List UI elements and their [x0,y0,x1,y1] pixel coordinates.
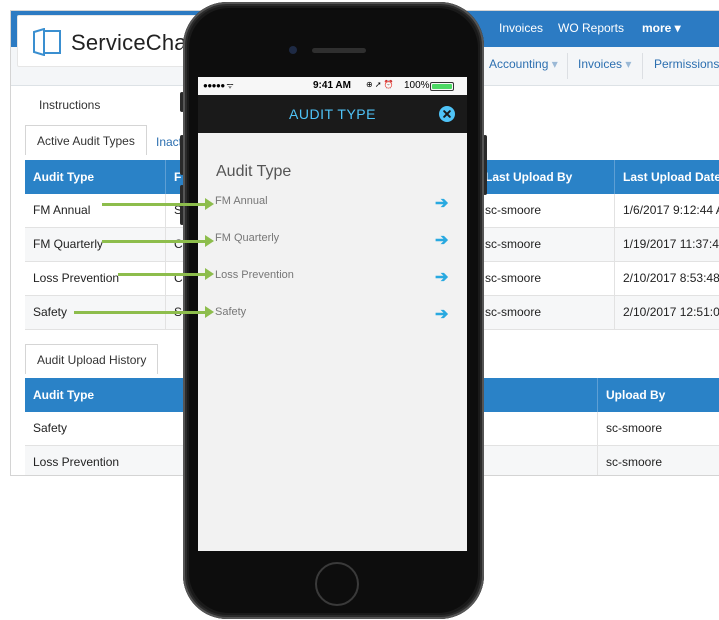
arrow-right-icon: ➔ [435,195,449,212]
signal-wifi-icon: ●●●●● ᯤ [203,81,234,90]
front-camera [289,46,297,54]
subnav-invoices-label: Invoices [578,57,623,71]
section-heading: Audit Type [216,163,292,180]
callout-arrow [118,268,214,280]
cell-last-upload-by: sc-smoore [485,305,542,319]
arrow-right-icon: ➔ [435,269,449,286]
close-icon[interactable] [439,106,455,122]
divider [567,53,568,79]
cell-last-upload-by: sc-smoore [485,237,542,251]
brand-logo[interactable]: ServiceChan [17,15,209,67]
list-item-label: FM Annual [215,195,268,207]
battery-fill [432,84,452,89]
cell-last-upload-date: 1/6/2017 9:12:44 A [623,203,719,217]
battery-percent: 100% [404,80,430,91]
subnav-invoices[interactable]: Invoices ▾ [578,57,631,71]
column-header-audit-type[interactable]: Audit Type [25,160,94,194]
arrow-right-icon: ➔ [435,232,449,249]
audit-type-item-loss-prevention[interactable]: Loss Prevention ➔ [198,259,467,295]
earpiece-speaker [312,48,366,53]
list-item-label: FM Quarterly [215,232,280,244]
status-bar: ●●●●● ᯤ 9:41 AM ⊕ ➚ ⏰ 100% [198,77,467,95]
list-item-label: Loss Prevention [215,269,294,281]
divider [642,53,643,79]
audit-type-item-fm-quarterly[interactable]: FM Quarterly ➔ [198,222,467,258]
chevron-down-icon: ▾ [625,57,632,71]
tab-active-audit-types[interactable]: Active Audit Types [25,125,147,155]
cell-upload-by: sc-smoore [606,421,663,435]
cell-upload-by: sc-smoore [606,455,663,469]
cell-audit-type: Safety [33,421,68,435]
cell-last-upload-date: 2/10/2017 12:51:0 [623,305,719,319]
column-header-upload-by[interactable]: Upload By [598,378,665,412]
arrow-right-icon: ➔ [435,306,449,323]
cell-last-upload-date: 2/10/2017 8:53:48 [623,271,719,285]
chevron-down-icon: ▾ [551,57,558,71]
battery-icon [430,82,454,91]
subnav-accounting-label: Accounting [489,57,549,71]
cell-last-upload-date: 1/19/2017 11:37:4 [623,237,719,251]
cell-audit-type: Loss Prevention [33,271,120,285]
nav-invoices[interactable]: Invoices [499,21,543,35]
subnav-permissions[interactable]: Permissions [654,57,719,71]
tab-inactive-audit-types[interactable]: Inact [156,135,182,149]
column-header-audit-type[interactable]: Audit Type [25,378,94,412]
cell-audit-type: Loss Prevention [33,455,120,469]
subnav-accounting[interactable]: Accounting ▾ [489,57,558,71]
tab-audit-upload-history[interactable]: Audit Upload History [25,344,159,374]
cell-audit-type: Safety [33,305,68,319]
instructions-link[interactable]: Instructions [39,98,100,112]
app-header: AUDIT TYPE [198,95,467,133]
status-time: 9:41 AM [313,80,351,91]
status-icons: ⊕ ➚ ⏰ [366,80,394,89]
callout-arrow [102,198,214,210]
nav-wo-reports[interactable]: WO Reports [558,21,624,35]
cell-last-upload-by: sc-smoore [485,271,542,285]
cell-audit-type: FM Annual [33,203,91,217]
cell-audit-type: FM Quarterly [33,237,104,251]
cell-last-upload-by: sc-smoore [485,203,542,217]
callout-arrow [74,306,214,318]
list-item-label: Safety [215,306,247,318]
audit-type-item-safety[interactable]: Safety ➔ [198,296,467,332]
callout-arrow [102,235,214,247]
audit-type-item-fm-annual[interactable]: FM Annual ➔ [198,185,467,221]
logo-text: ServiceChan [71,30,200,55]
logo-icon [33,28,61,56]
nav-more-menu[interactable]: more ▾ [642,21,681,35]
phone-screen: ●●●●● ᯤ 9:41 AM ⊕ ➚ ⏰ 100% AUDIT TYPE Au… [198,77,467,551]
home-button[interactable] [315,562,359,606]
screen-title: AUDIT TYPE [289,106,376,122]
column-header-last-upload-date[interactable]: Last Upload Date [615,160,719,194]
column-header-last-upload-by[interactable]: Last Upload By [477,160,572,194]
